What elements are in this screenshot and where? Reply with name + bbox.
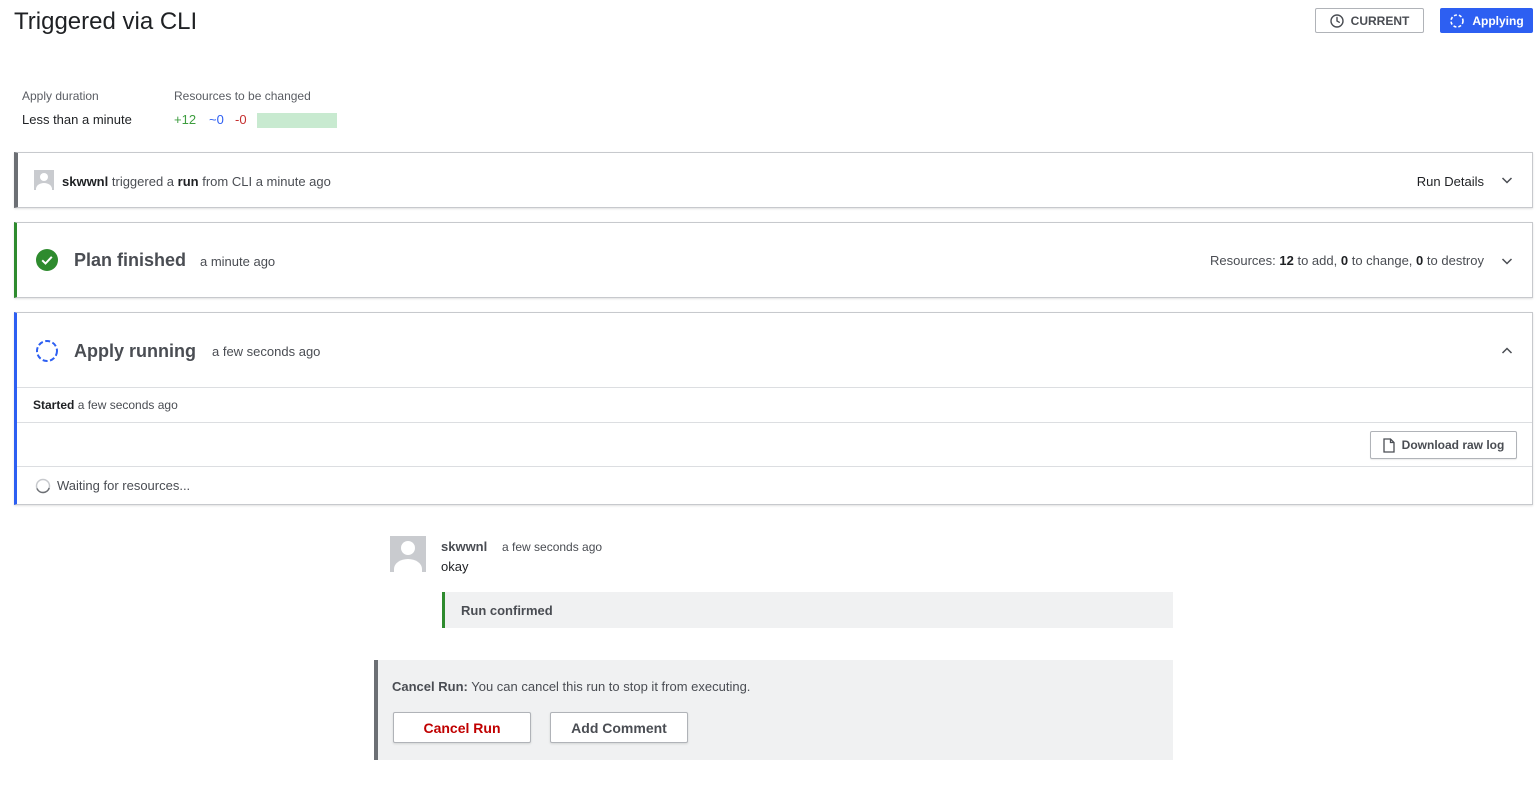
resources-change-bar [257,113,337,128]
plan-add-count: 12 [1279,253,1294,268]
add-comment-button[interactable]: Add Comment [550,712,688,743]
clock-icon [1329,13,1344,28]
applying-status-button[interactable]: Applying [1440,8,1533,33]
spinner-icon [1450,13,1465,28]
divider [17,422,1532,423]
run-confirmed-banner: Run confirmed [442,592,1173,628]
plan-time: a minute ago [200,254,276,269]
spinner-icon [36,340,58,362]
trigger-text: triggered a [111,174,175,189]
resources-prefix: Resources: [1209,253,1276,268]
cancel-run-text: You can cancel this run to stop it from … [471,679,751,694]
comment-body: okay [441,559,469,574]
applying-label: Applying [1472,13,1524,28]
cancel-run-button[interactable]: Cancel Run [393,712,531,743]
comment-time: a few seconds ago [502,540,603,554]
plan-change-count: 0 [1340,253,1349,268]
download-raw-log-button[interactable]: Download raw log [1370,431,1517,459]
run-details-toggle[interactable]: Run Details [1417,174,1484,189]
resources-destroy-count: -0 [235,112,247,127]
trigger-run: run [177,174,199,189]
plan-add-text: to add, [1297,253,1338,268]
divider [17,387,1532,388]
chevron-down-icon[interactable] [1500,173,1514,187]
apply-title[interactable]: Apply running [74,341,196,362]
comment-author: skwwnl [441,539,488,554]
apply-started-info: Started a few seconds ago [33,398,178,412]
cancel-run-label: Cancel Run: [392,679,468,694]
divider [17,466,1532,467]
plan-change-text: to change, [1351,253,1413,268]
current-label: CURRENT [1350,13,1410,28]
apply-duration-label: Apply duration [22,89,99,103]
cancel-run-panel: Cancel Run: You can cancel this run to s… [374,660,1173,760]
run-confirmed-text: Run confirmed [461,603,553,618]
comment-avatar [390,536,426,572]
apply-time: a few seconds ago [212,344,321,359]
download-label: Download raw log [1401,438,1505,452]
cancel-run-description: Cancel Run: You can cancel this run to s… [392,679,750,694]
loading-icon [35,478,51,494]
chevron-up-icon[interactable] [1500,344,1514,358]
waiting-status: Waiting for resources... [57,478,191,493]
user-avatar [34,170,54,190]
plan-resource-summary: Resources: 12 to add, 0 to change, 0 to … [1210,253,1484,268]
started-time: a few seconds ago [77,398,178,412]
plan-phase-card[interactable]: Plan finished a minute ago Resources: 12… [14,222,1533,298]
page-title: Triggered via CLI [14,8,198,35]
trigger-description: skwwnl triggered a run from CLI a minute… [62,174,331,189]
trigger-source-text: from CLI a minute ago [202,174,331,189]
check-circle-icon [36,249,58,271]
file-icon [1383,437,1395,453]
started-label: Started [33,398,75,412]
plan-destroy-count: 0 [1416,253,1424,268]
resources-change-count: ~0 [209,112,224,127]
trigger-user: skwwnl [62,174,109,189]
chevron-down-icon[interactable] [1500,254,1514,268]
plan-destroy-text: to destroy [1426,253,1484,268]
plan-title: Plan finished [74,250,187,270]
resources-changed-label: Resources to be changed [174,89,311,103]
apply-phase-card: Apply running a few seconds ago Started … [14,312,1533,505]
run-trigger-card: skwwnl triggered a run from CLI a minute… [14,152,1533,208]
current-button[interactable]: CURRENT [1315,8,1424,33]
apply-duration-value: Less than a minute [22,112,132,127]
resources-add-count: +12 [174,112,197,127]
